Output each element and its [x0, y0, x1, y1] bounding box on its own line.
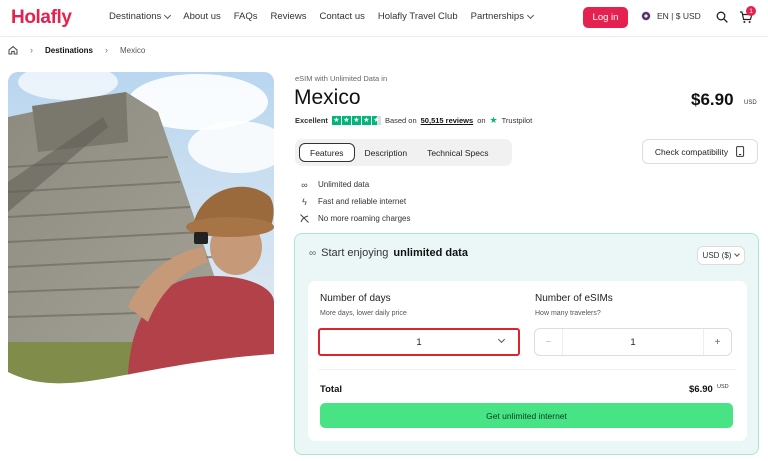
reviews-count-link[interactable]: 50,515 reviews: [421, 116, 474, 125]
chevron-down-icon: [734, 251, 741, 257]
feature-text: Fast and reliable internet: [318, 197, 407, 206]
nav-reviews[interactable]: Reviews: [271, 11, 307, 22]
no-roaming-icon: [300, 214, 309, 223]
home-icon[interactable]: [8, 45, 18, 55]
total-label: Total: [320, 384, 342, 395]
chichen-itza-photo: [8, 72, 274, 392]
days-select-value: 1: [416, 336, 422, 348]
lightning-icon: ϟ: [302, 196, 307, 207]
days-select[interactable]: 1: [318, 328, 520, 356]
decrement-button[interactable]: −: [535, 329, 563, 355]
check-compatibility-button[interactable]: Check compatibility: [642, 139, 758, 164]
currency-select-value: USD ($): [702, 251, 732, 260]
tab-technical-specs[interactable]: Technical Specs: [417, 143, 498, 162]
nav-faqs[interactable]: FAQs: [234, 11, 258, 22]
main-nav: Destinations About us FAQs Reviews Conta…: [109, 11, 546, 22]
infinity-icon: ∞: [309, 247, 317, 259]
trustpilot-rating: Excellent ★ ★ ★ ★ ★ Based on 50,515 revi…: [295, 115, 532, 126]
trustpilot-brand: Trustpilot: [501, 116, 533, 125]
half-star-icon: ★: [371, 116, 381, 125]
nav-label: Holafly Travel Club: [377, 11, 458, 22]
plan-options-panel: Number of days More days, lower daily pr…: [308, 281, 747, 441]
chevron-down-icon: [164, 11, 172, 19]
nav-label: FAQs: [233, 11, 258, 22]
divider: [319, 369, 736, 370]
feature-item: ϟ Fast and reliable internet: [299, 193, 410, 210]
star-icon: ★: [361, 116, 371, 125]
feature-item: No more roaming charges: [299, 210, 410, 227]
esims-label: Number of eSIMs: [535, 293, 613, 304]
esims-quantity-value[interactable]: 1: [563, 329, 703, 355]
nav-label: Reviews: [270, 11, 307, 22]
product-tabs: Features Description Technical Specs: [295, 139, 512, 166]
feature-item: ∞ Unlimited data: [299, 176, 410, 193]
rating-prefix: Based on: [384, 116, 417, 125]
login-button[interactable]: Log in: [583, 7, 628, 28]
language-currency-selector[interactable]: EN | $ USD: [641, 11, 701, 21]
product-price-currency: USD: [744, 100, 757, 106]
total-currency: USD: [717, 384, 729, 390]
star-icon: ★: [331, 116, 341, 125]
breadcrumb-destinations[interactable]: Destinations: [45, 46, 93, 55]
feature-text: No more roaming charges: [318, 214, 411, 223]
esims-quantity-stepper: − 1 +: [534, 328, 732, 356]
feature-text: Unlimited data: [318, 180, 370, 189]
chevron-right-icon: ›: [30, 45, 33, 55]
chevron-right-icon: ›: [105, 45, 109, 55]
search-icon[interactable]: [716, 11, 728, 23]
destination-hero-image: [8, 72, 274, 392]
nav-contact-us[interactable]: Contact us: [319, 11, 364, 22]
days-hint: More days, lower daily price: [320, 310, 407, 317]
breadcrumb-current: Mexico: [120, 45, 146, 55]
rating-suffix: on: [477, 116, 486, 125]
features-list: ∞ Unlimited data ϟ Fast and reliable int…: [299, 176, 410, 227]
nav-label: Destinations: [109, 11, 162, 22]
nav-label: About us: [183, 11, 221, 22]
star-icon: ★: [341, 116, 351, 125]
nav-travel-club[interactable]: Holafly Travel Club: [378, 11, 458, 22]
nav-label: Partnerships: [470, 11, 524, 22]
chevron-down-icon: [526, 11, 534, 19]
site-header: Holafly Destinations About us FAQs Revie…: [0, 0, 768, 37]
total-price: $6.90: [689, 384, 713, 395]
product-title: Mexico: [294, 86, 361, 109]
breadcrumb: › Destinations › Mexico: [8, 45, 145, 55]
plan-headline-prefix: Start enjoying: [321, 247, 389, 259]
tab-description[interactable]: Description: [355, 143, 418, 162]
increment-button[interactable]: +: [703, 329, 731, 355]
rating-label: Excellent: [295, 116, 328, 125]
plan-selector-card: ∞ Start enjoying unlimited data USD ($) …: [294, 233, 759, 455]
product-subtitle: eSIM with Unlimited Data in: [295, 74, 388, 83]
uk-flag-icon: [641, 11, 651, 21]
phone-check-icon: [736, 146, 745, 157]
chevron-down-icon: [497, 335, 506, 344]
rating-stars: ★ ★ ★ ★ ★: [331, 116, 381, 125]
nav-label: Contact us: [319, 11, 365, 22]
star-icon: ★: [351, 116, 361, 125]
holafly-logo[interactable]: Holafly: [11, 7, 72, 29]
days-label: Number of days: [320, 293, 391, 304]
currency-select[interactable]: USD ($): [697, 246, 745, 265]
plan-headline-bold: unlimited data: [393, 247, 468, 259]
esims-hint: How many travelers?: [535, 310, 601, 317]
nav-about-us[interactable]: About us: [183, 11, 221, 22]
nav-partnerships[interactable]: Partnerships: [470, 11, 534, 22]
get-unlimited-internet-button[interactable]: Get unlimited internet: [320, 403, 733, 428]
nav-destinations[interactable]: Destinations: [109, 11, 172, 22]
locale-label: EN | $ USD: [657, 11, 701, 21]
plan-headline: ∞ Start enjoying unlimited data: [309, 247, 468, 259]
check-compatibility-label: Check compatibility: [654, 146, 729, 157]
cart-count-badge: 1: [746, 6, 756, 16]
tab-features[interactable]: Features: [299, 143, 355, 162]
trustpilot-star-icon: ★: [489, 115, 498, 125]
product-price: $6.90: [691, 90, 734, 109]
infinity-icon: ∞: [301, 179, 308, 190]
